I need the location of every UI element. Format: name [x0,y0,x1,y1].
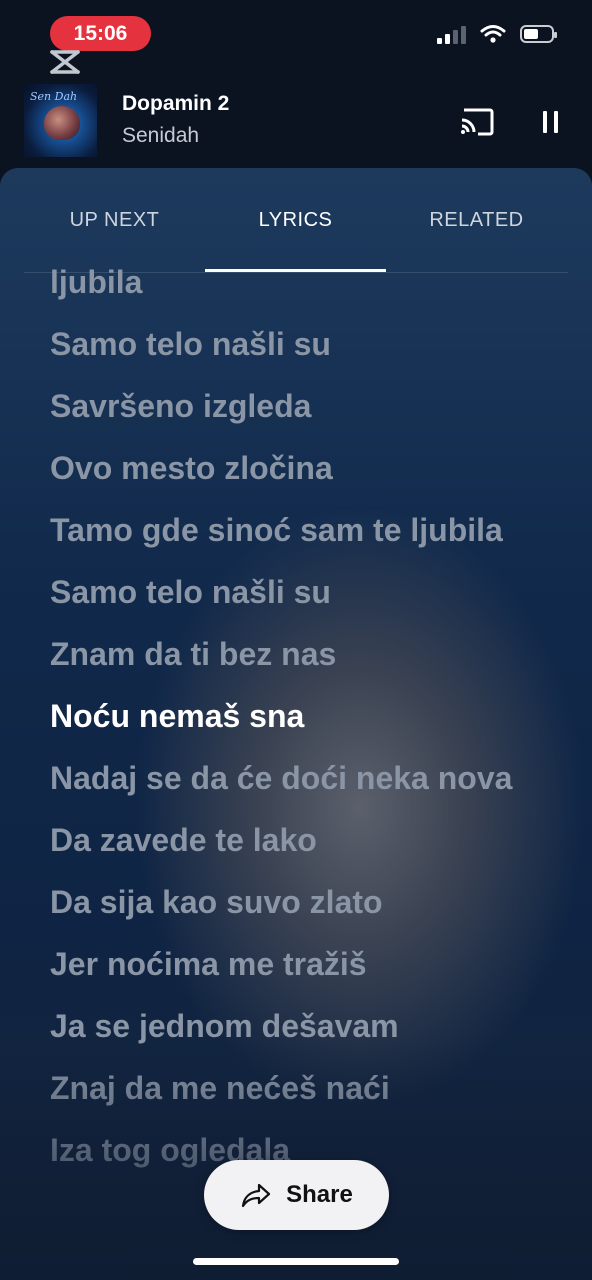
battery-icon [520,25,557,43]
tab-bar: UP NEXT LYRICS RELATED [24,168,568,273]
lyric-line[interactable]: Da sija kao suvo zlato [50,880,550,924]
lyric-line[interactable]: Da zavede te lako [50,818,550,862]
lyric-line[interactable]: Ja se jednom dešavam [50,1004,550,1048]
tab-lyrics[interactable]: LYRICS [205,168,386,272]
lyric-line[interactable]: Samo telo našli su [50,322,550,366]
lyric-line[interactable]: Ovo mesto zločina [50,446,550,490]
lyric-line[interactable]: Nadaj se da će doći neka nova [50,756,550,800]
status-icons [437,24,557,44]
lyric-line[interactable]: ljubila [50,260,550,304]
lyric-line-current[interactable]: Noću nemaš sna [50,694,550,738]
lyric-line[interactable]: Znam da ti bez nas [50,632,550,676]
status-bar: 15:06 [0,0,592,70]
home-indicator [193,1258,399,1265]
mini-player[interactable]: Sen Dah Dopamin 2 Senidah [0,80,592,166]
cast-icon[interactable] [458,106,496,138]
status-time: 15:06 [50,16,151,51]
track-title: Dopamin 2 [122,92,230,115]
pause-button[interactable] [530,106,570,138]
cellular-signal-icon [437,24,466,44]
tab-up-next[interactable]: UP NEXT [24,168,205,272]
tab-related[interactable]: RELATED [386,168,567,272]
pause-icon [542,111,547,133]
lyric-line[interactable]: Tamo gde sinoć sam te ljubila [50,508,550,552]
share-label: Share [286,1181,353,1208]
share-arrow-icon [242,1183,271,1208]
album-art[interactable]: Sen Dah [24,84,97,157]
lyric-line[interactable]: Samo telo našli su [50,570,550,614]
player-sheet: UP NEXT LYRICS RELATED ljubila Samo telo … [0,168,592,1280]
lyric-line[interactable]: Savršeno izgleda [50,384,550,428]
album-art-script: Sen Dah [30,90,78,103]
wifi-icon [480,25,506,43]
lyrics-list[interactable]: ljubila Samo telo našli su Savršeno izgled… [50,264,550,1190]
app-logo-icon [50,50,80,74]
share-button[interactable]: Share [204,1160,389,1230]
lyric-line[interactable]: Jer noćima me tražiš [50,942,550,986]
lyric-line[interactable]: Znaj da me nećeš naći [50,1066,550,1110]
track-artist: Senidah [122,124,200,147]
